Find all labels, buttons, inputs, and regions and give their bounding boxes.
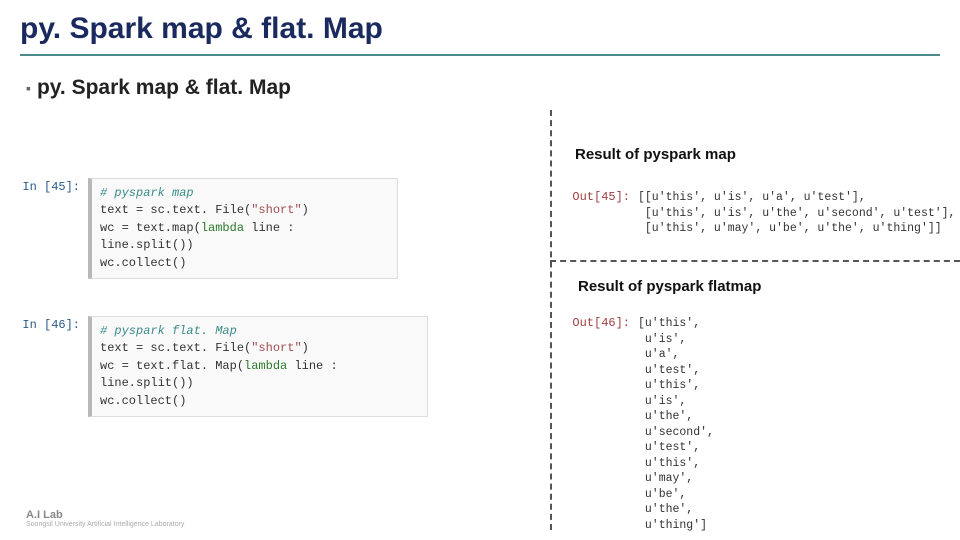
bullet-icon: ▪: [26, 80, 31, 96]
result-flatmap-label: Result of pyspark flatmap: [578, 278, 761, 295]
content-area: In [45]: # pyspark map text = sc.text. F…: [0, 100, 960, 530]
code-line: # pyspark flat. Map: [100, 324, 237, 338]
logo: A.I Lab Soongsil University Artificial I…: [26, 509, 184, 528]
prompt-out-45: Out[45]:: [566, 190, 630, 204]
prompt-in-45: In [45]:: [20, 180, 80, 194]
prompt-in-46: In [46]:: [20, 318, 80, 332]
result-map-label: Result of pyspark map: [575, 146, 736, 163]
subtitle: ▪ py. Spark map & flat. Map: [0, 56, 960, 100]
logo-main: A.I Lab: [26, 509, 63, 521]
vertical-divider: [550, 110, 552, 530]
code-block-45: # pyspark map text = sc.text. File("shor…: [88, 178, 398, 279]
code-line: wc = text.map(lambda line : line.split()…: [100, 220, 389, 255]
page-title: py. Spark map & flat. Map: [0, 0, 960, 54]
code-line: wc.collect(): [100, 255, 389, 272]
subtitle-text: py. Spark map & flat. Map: [37, 76, 291, 99]
code-line: wc.collect(): [100, 393, 419, 410]
code-line: # pyspark map: [100, 186, 194, 200]
output-45: [[u'this', u'is', u'a', u'test'], [u'thi…: [638, 190, 955, 237]
code-line: text = sc.text. File("short"): [100, 340, 419, 357]
horizontal-divider: [550, 260, 960, 262]
logo-sub: Soongsil University Artificial Intellige…: [26, 521, 184, 528]
code-block-46: # pyspark flat. Map text = sc.text. File…: [88, 316, 428, 417]
code-line: text = sc.text. File("short"): [100, 202, 389, 219]
prompt-out-46: Out[46]:: [566, 316, 630, 330]
code-line: wc = text.flat. Map(lambda line : line.s…: [100, 358, 419, 393]
output-46: [u'this', u'is', u'a', u'test', u'this',…: [638, 316, 714, 533]
